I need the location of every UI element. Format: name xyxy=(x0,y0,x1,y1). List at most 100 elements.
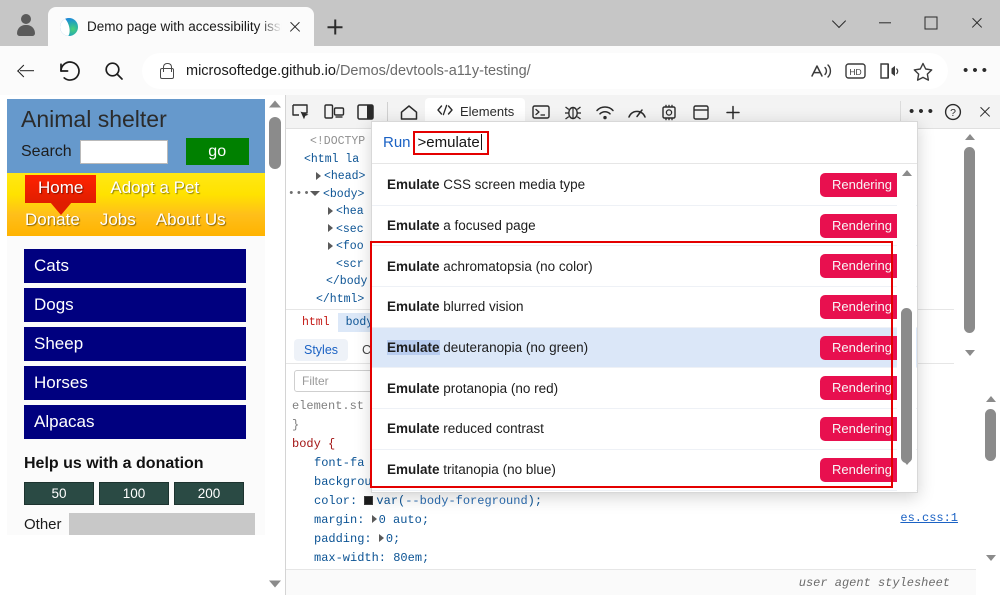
expand-arrow-icon[interactable] xyxy=(372,515,377,523)
dom-node-text: <!DOCTYP xyxy=(310,135,365,148)
css-declaration-padding[interactable]: padding: 0; xyxy=(292,530,976,549)
close-icon[interactable] xyxy=(282,14,308,40)
command-palette-item[interactable]: Emulate a focused page Rendering xyxy=(372,206,917,247)
expand-arrow-icon[interactable] xyxy=(328,224,333,232)
css-declaration-maxwidth[interactable]: max-width: 80em; xyxy=(292,549,976,568)
command-palette-scrollbar-thumb[interactable] xyxy=(901,308,912,463)
other-amount-input[interactable] xyxy=(69,513,255,535)
url-path: /Demos/devtools-a11y-testing/ xyxy=(336,63,531,79)
page-scrollbar-thumb[interactable] xyxy=(269,117,281,169)
device-toolbar-icon[interactable] xyxy=(318,98,350,126)
command-palette-item[interactable]: Emulate reduced contrast Rendering xyxy=(372,409,917,450)
nav-item-adopt-a-pet[interactable]: Adopt a Pet xyxy=(96,175,199,198)
scroll-up-icon[interactable] xyxy=(960,129,979,145)
scroll-down-icon[interactable] xyxy=(960,345,979,361)
command-label: Emulate tritanopia (no blue) xyxy=(387,462,556,477)
command-palette-input[interactable]: >emulate xyxy=(413,131,489,155)
scroll-down-icon[interactable] xyxy=(265,575,285,593)
favorite-star-icon[interactable] xyxy=(906,55,940,87)
expand-arrow-icon[interactable] xyxy=(379,534,384,542)
maximize-icon[interactable] xyxy=(908,0,954,46)
command-palette-item[interactable]: Emulate tritanopia (no blue) Rendering xyxy=(372,450,917,491)
nav-item-home[interactable]: Home xyxy=(25,175,96,203)
donate-amount-200[interactable]: 200 xyxy=(174,482,244,505)
scroll-up-icon[interactable] xyxy=(265,95,285,113)
command-label-rest: protanopia (no red) xyxy=(440,381,559,396)
category-link-dogs[interactable]: Dogs xyxy=(24,288,246,322)
command-label: Emulate deuteranopia (no green) xyxy=(387,340,588,355)
search-input[interactable] xyxy=(80,140,168,164)
dom-node-text: <head> xyxy=(324,170,365,183)
browser-title-bar: Demo page with accessibility issu xyxy=(0,0,1000,46)
back-icon[interactable] xyxy=(8,53,44,89)
command-category-badge: Rendering xyxy=(820,376,904,400)
inspect-element-icon[interactable] xyxy=(286,98,318,126)
command-label-rest: deuteranopia (no green) xyxy=(440,340,589,355)
css-declaration-margin[interactable]: margin: 0 auto; xyxy=(292,511,976,530)
go-button[interactable]: go xyxy=(186,138,249,165)
search-label: Search xyxy=(21,143,72,161)
address-bar[interactable]: microsoftedge.github.io/Demos/devtools-a… xyxy=(142,53,948,89)
category-link-horses[interactable]: Horses xyxy=(24,366,246,400)
reload-icon[interactable] xyxy=(52,53,88,89)
collapse-arrow-icon[interactable] xyxy=(310,191,320,196)
command-label: Emulate blurred vision xyxy=(387,299,524,314)
category-link-cats[interactable]: Cats xyxy=(24,249,246,283)
color-swatch-icon[interactable] xyxy=(364,496,373,505)
command-palette-item[interactable]: Emulate blurred vision Rendering xyxy=(372,287,917,328)
command-label: Emulate achromatopsia (no color) xyxy=(387,259,593,274)
scroll-up-icon[interactable] xyxy=(981,391,1000,407)
command-palette-scrollbar[interactable] xyxy=(897,165,916,492)
close-window-icon[interactable] xyxy=(954,0,1000,46)
read-aloud-icon[interactable] xyxy=(804,55,838,87)
immersive-reader-icon[interactable] xyxy=(872,55,906,87)
hd-icon[interactable]: HD xyxy=(838,55,872,87)
dom-tree-scrollbar[interactable] xyxy=(960,129,979,375)
expand-arrow-icon[interactable] xyxy=(328,242,333,250)
tab-styles[interactable]: Styles xyxy=(294,339,348,361)
styles-scrollbar[interactable] xyxy=(981,391,1000,566)
command-palette-item[interactable]: Emulate protanopia (no red) Rendering xyxy=(372,368,917,409)
nav-item-jobs[interactable]: Jobs xyxy=(100,210,136,230)
breadcrumb-item-html[interactable]: html xyxy=(294,313,338,332)
browser-tab[interactable]: Demo page with accessibility issu xyxy=(48,7,314,46)
page-content: Animal shelter Search go Home Adopt a Pe… xyxy=(7,99,265,535)
more-options-icon[interactable]: ••• xyxy=(288,186,311,204)
dom-tree-scrollbar-thumb[interactable] xyxy=(964,147,975,333)
page-scrollbar[interactable] xyxy=(265,95,285,595)
category-link-alpacas[interactable]: Alpacas xyxy=(24,405,246,439)
expand-arrow-icon[interactable] xyxy=(316,172,321,180)
command-category-badge: Rendering xyxy=(820,458,904,482)
css-selector-text: body { xyxy=(292,437,335,451)
donate-amount-100[interactable]: 100 xyxy=(99,482,169,505)
search-icon[interactable] xyxy=(96,53,132,89)
command-label-rest: achromatopsia (no color) xyxy=(440,259,593,274)
profile-button[interactable] xyxy=(8,8,44,40)
command-palette-list[interactable]: Emulate CSS screen media type Rendering … xyxy=(372,165,917,492)
new-tab-button[interactable] xyxy=(320,12,350,42)
command-label-rest: blurred vision xyxy=(440,299,524,314)
command-category-badge: Rendering xyxy=(820,173,904,197)
css-source-link[interactable]: es.css:1 xyxy=(900,511,958,525)
command-palette-item[interactable]: Emulate achromatopsia (no color) Renderi… xyxy=(372,246,917,287)
styles-scrollbar-thumb[interactable] xyxy=(985,409,996,461)
expand-arrow-icon[interactable] xyxy=(328,207,333,215)
help-icon[interactable]: ? xyxy=(937,98,969,126)
settings-more-icon[interactable] xyxy=(956,53,994,89)
command-label-bold: Emulate xyxy=(387,259,440,274)
command-palette-item-selected[interactable]: Emulate deuteranopia (no green) Renderin… xyxy=(372,328,917,369)
url-domain: microsoftedge.github.io xyxy=(186,63,336,79)
category-link-sheep[interactable]: Sheep xyxy=(24,327,246,361)
chevron-down-icon[interactable] xyxy=(816,0,862,46)
command-palette-item[interactable]: Emulate CSS screen media type Rendering xyxy=(372,165,917,206)
css-property-text: font-fa xyxy=(314,456,364,470)
nav-item-about-us[interactable]: About Us xyxy=(156,210,226,230)
css-declaration-color[interactable]: color: var(--body-foreground); xyxy=(292,492,976,511)
scroll-down-icon[interactable] xyxy=(981,550,1000,566)
minimize-icon[interactable] xyxy=(862,0,908,46)
scroll-down-icon[interactable] xyxy=(897,454,916,470)
page-nav: Home Adopt a Pet Donate Jobs About Us xyxy=(7,173,265,236)
close-devtools-icon[interactable] xyxy=(969,98,1000,126)
scroll-up-icon[interactable] xyxy=(897,165,916,181)
donate-amount-50[interactable]: 50 xyxy=(24,482,94,505)
